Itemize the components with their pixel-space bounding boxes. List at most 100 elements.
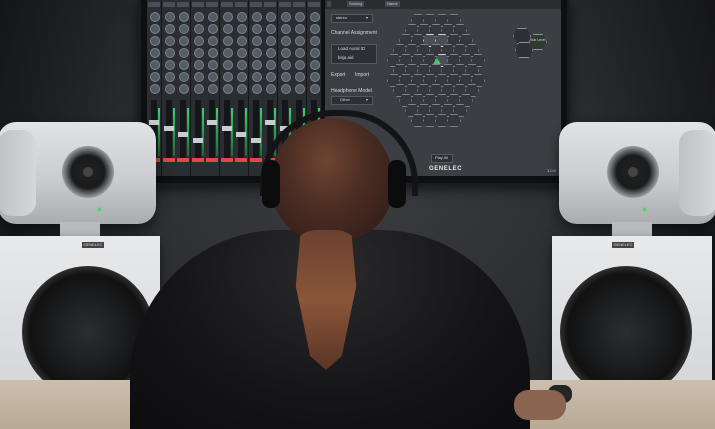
channel-knob[interactable] (266, 48, 276, 58)
tab-1[interactable] (327, 1, 331, 7)
channel-knob[interactable] (208, 84, 218, 94)
channel-knob[interactable] (150, 48, 160, 58)
channel-fader[interactable] (238, 100, 244, 158)
channel-knob[interactable] (164, 84, 175, 94)
channel-knob[interactable] (179, 36, 189, 46)
fader-cap[interactable] (236, 132, 246, 137)
import-button[interactable]: Import (355, 72, 369, 78)
channel-knob[interactable] (222, 24, 233, 34)
channel-knob[interactable] (280, 72, 291, 82)
channel-knob[interactable] (309, 24, 320, 34)
channel-knob[interactable] (164, 12, 175, 22)
channel-meter[interactable] (230, 108, 233, 156)
channel-knob[interactable] (266, 24, 276, 34)
channel-knob[interactable] (295, 72, 305, 82)
channel-knob[interactable] (193, 12, 204, 22)
export-button[interactable]: Export (331, 72, 345, 78)
channel-knob[interactable] (237, 36, 247, 46)
channel-knob[interactable] (179, 48, 189, 58)
sub-level-hex[interactable] (529, 34, 547, 50)
channel-foot[interactable] (162, 158, 175, 162)
channel-foot[interactable] (177, 158, 189, 162)
channel-meter[interactable] (216, 108, 218, 156)
channel-fader[interactable] (194, 100, 201, 158)
channel-knob[interactable] (222, 72, 233, 82)
channel-knob[interactable] (150, 60, 160, 70)
channel-knob[interactable] (251, 36, 262, 46)
channel-knob[interactable] (208, 60, 218, 70)
channel-knob[interactable] (208, 36, 218, 46)
channel-fader[interactable] (252, 100, 259, 158)
channel-knob[interactable] (309, 60, 320, 70)
channel-knob[interactable] (251, 72, 262, 82)
channel-knob[interactable] (150, 12, 160, 22)
channel-knob[interactable] (164, 48, 175, 58)
fader-cap[interactable] (149, 120, 159, 125)
channel-knob[interactable] (295, 60, 305, 70)
channel-knob[interactable] (179, 72, 189, 82)
channel-knob[interactable] (179, 84, 189, 94)
channel-knob[interactable] (309, 36, 320, 46)
channel-knob[interactable] (295, 12, 305, 22)
fader-cap[interactable] (250, 138, 261, 143)
channel-knob[interactable] (179, 24, 189, 34)
channel-knob[interactable] (309, 12, 320, 22)
channel-knob[interactable] (251, 48, 262, 58)
channel-foot[interactable] (191, 158, 204, 162)
channel-knob[interactable] (280, 48, 291, 58)
play-all-button[interactable]: Play All (431, 154, 453, 163)
channel-knob[interactable] (208, 48, 218, 58)
channel-knob[interactable] (179, 12, 189, 22)
channel-meter[interactable] (172, 108, 175, 156)
channel-knob[interactable] (237, 48, 247, 58)
channel-knob[interactable] (280, 36, 291, 46)
channel-meter[interactable] (158, 108, 160, 156)
channel-fader[interactable] (209, 100, 215, 158)
channel-knob[interactable] (208, 72, 218, 82)
tab-soloing[interactable]: Soloing (347, 1, 365, 7)
fader-cap[interactable] (221, 126, 232, 131)
channel-knob[interactable] (280, 60, 291, 70)
stereo-dropdown[interactable]: stereo ▾ (331, 14, 373, 23)
speaker-node-hex[interactable] (513, 28, 531, 44)
channel-knob[interactable] (193, 48, 204, 58)
channel-knob[interactable] (295, 24, 305, 34)
channel-fader[interactable] (180, 100, 186, 158)
channel-knob[interactable] (222, 84, 233, 94)
headphone-model-dropdown[interactable]: Other ▾ (331, 96, 373, 105)
channel-meter[interactable] (259, 108, 262, 156)
channel-knob[interactable] (193, 84, 204, 94)
fader-cap[interactable] (207, 120, 217, 125)
fader-cap[interactable] (265, 120, 275, 125)
channel-knob[interactable] (266, 12, 276, 22)
channel-knob[interactable] (208, 12, 218, 22)
channel-knob[interactable] (295, 84, 305, 94)
channel-knob[interactable] (309, 84, 320, 94)
channel-knob[interactable] (164, 72, 175, 82)
channel-knob[interactable] (251, 84, 262, 94)
channel-knob[interactable] (237, 84, 247, 94)
channel-knob[interactable] (208, 24, 218, 34)
channel-knob[interactable] (237, 60, 247, 70)
channel-knob[interactable] (309, 48, 320, 58)
tab-name[interactable]: Name (385, 1, 400, 7)
channel-knob[interactable] (280, 12, 291, 22)
channel-knob[interactable] (193, 36, 204, 46)
channel-knob[interactable] (280, 84, 291, 94)
channel-knob[interactable] (237, 12, 247, 22)
channel-foot[interactable] (220, 158, 233, 162)
channel-knob[interactable] (266, 72, 276, 82)
channel-knob[interactable] (150, 36, 160, 46)
fader-cap[interactable] (163, 126, 174, 131)
channel-knob[interactable] (193, 72, 204, 82)
channel-knob[interactable] (179, 60, 189, 70)
channel-knob[interactable] (295, 36, 305, 46)
channel-knob[interactable] (251, 60, 262, 70)
channel-knob[interactable] (222, 12, 233, 22)
channel-knob[interactable] (295, 48, 305, 58)
channel-knob[interactable] (266, 36, 276, 46)
channel-knob[interactable] (251, 12, 262, 22)
channel-knob[interactable] (309, 72, 320, 82)
channel-foot[interactable] (206, 158, 218, 162)
channel-knob[interactable] (150, 84, 160, 94)
